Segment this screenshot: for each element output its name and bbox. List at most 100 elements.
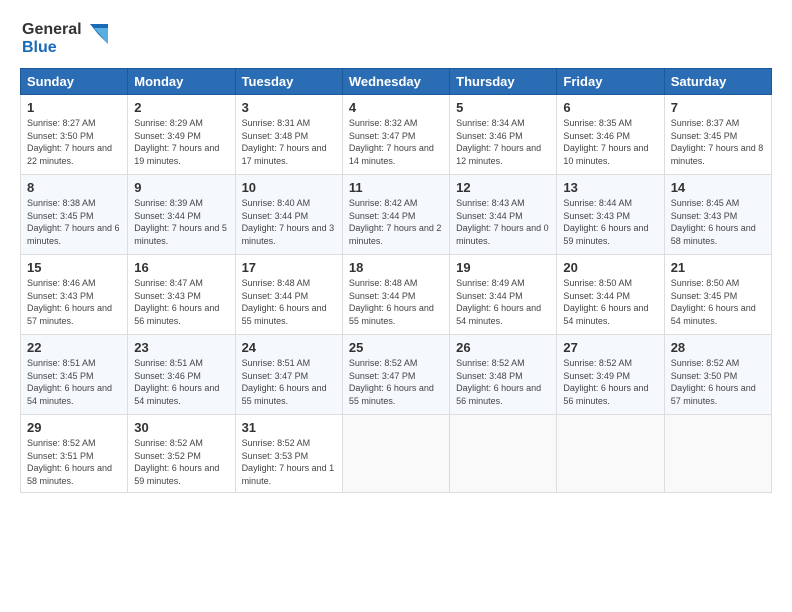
weekday-header-saturday: Saturday bbox=[664, 69, 771, 95]
calendar-cell: 25Sunrise: 8:52 AMSunset: 3:47 PMDayligh… bbox=[342, 335, 449, 415]
day-info: Sunrise: 8:49 AMSunset: 3:44 PMDaylight:… bbox=[456, 278, 541, 326]
day-number: 29 bbox=[27, 420, 121, 435]
calendar-cell: 9 Sunrise: 8:39 AMSunset: 3:44 PMDaylight… bbox=[128, 175, 235, 255]
day-info: Sunrise: 8:31 AMSunset: 3:48 PMDaylight:… bbox=[242, 118, 327, 166]
day-number: 28 bbox=[671, 340, 765, 355]
calendar-cell: 5 Sunrise: 8:34 AMSunset: 3:46 PMDaylight… bbox=[450, 95, 557, 175]
day-number: 11 bbox=[349, 180, 443, 195]
day-info: Sunrise: 8:32 AMSunset: 3:47 PMDaylight:… bbox=[349, 118, 434, 166]
day-info: Sunrise: 8:48 AMSunset: 3:44 PMDaylight:… bbox=[242, 278, 327, 326]
logo: General Blue bbox=[20, 16, 110, 58]
day-info: Sunrise: 8:50 AMSunset: 3:45 PMDaylight:… bbox=[671, 278, 756, 326]
day-number: 9 bbox=[134, 180, 228, 195]
calendar-cell: 12 Sunrise: 8:43 AMSunset: 3:44 PMDayligh… bbox=[450, 175, 557, 255]
day-number: 4 bbox=[349, 100, 443, 115]
day-number: 22 bbox=[27, 340, 121, 355]
day-info: Sunrise: 8:34 AMSunset: 3:46 PMDaylight:… bbox=[456, 118, 541, 166]
calendar-cell: 15 Sunrise: 8:46 AMSunset: 3:43 PMDayligh… bbox=[21, 255, 128, 335]
day-info: Sunrise: 8:42 AMSunset: 3:44 PMDaylight:… bbox=[349, 198, 442, 246]
weekday-header-wednesday: Wednesday bbox=[342, 69, 449, 95]
day-number: 3 bbox=[242, 100, 336, 115]
calendar-cell bbox=[664, 415, 771, 493]
day-number: 21 bbox=[671, 260, 765, 275]
calendar-cell: 24Sunrise: 8:51 AMSunset: 3:47 PMDayligh… bbox=[235, 335, 342, 415]
day-info: Sunrise: 8:39 AMSunset: 3:44 PMDaylight:… bbox=[134, 198, 227, 246]
calendar-cell: 23 Sunrise: 8:51 AMSunset: 3:46 PMDayligh… bbox=[128, 335, 235, 415]
calendar-cell bbox=[450, 415, 557, 493]
day-info: Sunrise: 8:50 AMSunset: 3:44 PMDaylight:… bbox=[563, 278, 648, 326]
day-info: Sunrise: 8:52 AMSunset: 3:48 PMDaylight:… bbox=[456, 358, 541, 406]
weekday-header-friday: Friday bbox=[557, 69, 664, 95]
header: General Blue bbox=[20, 16, 772, 58]
day-number: 8 bbox=[27, 180, 121, 195]
day-info: Sunrise: 8:52 AMSunset: 3:52 PMDaylight:… bbox=[134, 438, 219, 486]
week-row-1: 1Sunrise: 8:27 AMSunset: 3:50 PMDaylight… bbox=[21, 95, 772, 175]
day-info: Sunrise: 8:45 AMSunset: 3:43 PMDaylight:… bbox=[671, 198, 756, 246]
calendar-cell: 28 Sunrise: 8:52 AMSunset: 3:50 PMDayligh… bbox=[664, 335, 771, 415]
page: General Blue SundayMondayTuesdayWednesda… bbox=[0, 0, 792, 612]
day-number: 16 bbox=[134, 260, 228, 275]
calendar-cell: 18 Sunrise: 8:48 AMSunset: 3:44 PMDayligh… bbox=[342, 255, 449, 335]
calendar-cell: 19Sunrise: 8:49 AMSunset: 3:44 PMDayligh… bbox=[450, 255, 557, 335]
day-number: 15 bbox=[27, 260, 121, 275]
weekday-header-monday: Monday bbox=[128, 69, 235, 95]
calendar-cell: 16 Sunrise: 8:47 AMSunset: 3:43 PMDayligh… bbox=[128, 255, 235, 335]
day-info: Sunrise: 8:48 AMSunset: 3:44 PMDaylight:… bbox=[349, 278, 434, 326]
day-info: Sunrise: 8:43 AMSunset: 3:44 PMDaylight:… bbox=[456, 198, 549, 246]
calendar-cell: 11 Sunrise: 8:42 AMSunset: 3:44 PMDayligh… bbox=[342, 175, 449, 255]
day-number: 12 bbox=[456, 180, 550, 195]
day-number: 17 bbox=[242, 260, 336, 275]
calendar-cell: 22Sunrise: 8:51 AMSunset: 3:45 PMDayligh… bbox=[21, 335, 128, 415]
day-number: 18 bbox=[349, 260, 443, 275]
day-info: Sunrise: 8:37 AMSunset: 3:45 PMDaylight:… bbox=[671, 118, 764, 166]
day-number: 6 bbox=[563, 100, 657, 115]
calendar-cell bbox=[557, 415, 664, 493]
day-info: Sunrise: 8:52 AMSunset: 3:51 PMDaylight:… bbox=[27, 438, 112, 486]
day-number: 20 bbox=[563, 260, 657, 275]
day-number: 5 bbox=[456, 100, 550, 115]
day-number: 23 bbox=[134, 340, 228, 355]
calendar-cell: 4 Sunrise: 8:32 AMSunset: 3:47 PMDaylight… bbox=[342, 95, 449, 175]
calendar-cell: 10Sunrise: 8:40 AMSunset: 3:44 PMDayligh… bbox=[235, 175, 342, 255]
calendar-cell: 29 Sunrise: 8:52 AMSunset: 3:51 PMDayligh… bbox=[21, 415, 128, 493]
day-number: 31 bbox=[242, 420, 336, 435]
calendar-cell: 14 Sunrise: 8:45 AMSunset: 3:43 PMDayligh… bbox=[664, 175, 771, 255]
day-info: Sunrise: 8:38 AMSunset: 3:45 PMDaylight:… bbox=[27, 198, 120, 246]
day-number: 14 bbox=[671, 180, 765, 195]
calendar-cell: 31 Sunrise: 8:52 AMSunset: 3:53 PMDayligh… bbox=[235, 415, 342, 493]
logo-svg: General Blue bbox=[20, 16, 110, 58]
day-number: 10 bbox=[242, 180, 336, 195]
calendar-cell: 17 Sunrise: 8:48 AMSunset: 3:44 PMDayligh… bbox=[235, 255, 342, 335]
day-info: Sunrise: 8:51 AMSunset: 3:46 PMDaylight:… bbox=[134, 358, 219, 406]
calendar-cell: 27Sunrise: 8:52 AMSunset: 3:49 PMDayligh… bbox=[557, 335, 664, 415]
calendar-cell: 2 Sunrise: 8:29 AMSunset: 3:49 PMDaylight… bbox=[128, 95, 235, 175]
day-info: Sunrise: 8:47 AMSunset: 3:43 PMDaylight:… bbox=[134, 278, 219, 326]
day-info: Sunrise: 8:27 AMSunset: 3:50 PMDaylight:… bbox=[27, 118, 112, 166]
calendar-cell: 8 Sunrise: 8:38 AMSunset: 3:45 PMDaylight… bbox=[21, 175, 128, 255]
day-info: Sunrise: 8:52 AMSunset: 3:47 PMDaylight:… bbox=[349, 358, 434, 406]
calendar-cell: 13Sunrise: 8:44 AMSunset: 3:43 PMDayligh… bbox=[557, 175, 664, 255]
day-number: 2 bbox=[134, 100, 228, 115]
calendar-table: SundayMondayTuesdayWednesdayThursdayFrid… bbox=[20, 68, 772, 493]
weekday-header-sunday: Sunday bbox=[21, 69, 128, 95]
day-number: 24 bbox=[242, 340, 336, 355]
week-row-2: 8 Sunrise: 8:38 AMSunset: 3:45 PMDaylight… bbox=[21, 175, 772, 255]
weekday-header-row: SundayMondayTuesdayWednesdayThursdayFrid… bbox=[21, 69, 772, 95]
calendar-cell: 20 Sunrise: 8:50 AMSunset: 3:44 PMDayligh… bbox=[557, 255, 664, 335]
day-info: Sunrise: 8:29 AMSunset: 3:49 PMDaylight:… bbox=[134, 118, 219, 166]
calendar-cell: 26 Sunrise: 8:52 AMSunset: 3:48 PMDayligh… bbox=[450, 335, 557, 415]
calendar-cell: 6 Sunrise: 8:35 AMSunset: 3:46 PMDaylight… bbox=[557, 95, 664, 175]
calendar-cell bbox=[342, 415, 449, 493]
svg-text:Blue: Blue bbox=[22, 39, 57, 56]
calendar-cell: 21 Sunrise: 8:50 AMSunset: 3:45 PMDayligh… bbox=[664, 255, 771, 335]
svg-text:General: General bbox=[22, 21, 82, 38]
calendar-cell: 3 Sunrise: 8:31 AMSunset: 3:48 PMDaylight… bbox=[235, 95, 342, 175]
day-info: Sunrise: 8:35 AMSunset: 3:46 PMDaylight:… bbox=[563, 118, 648, 166]
day-number: 26 bbox=[456, 340, 550, 355]
week-row-3: 15 Sunrise: 8:46 AMSunset: 3:43 PMDayligh… bbox=[21, 255, 772, 335]
weekday-header-tuesday: Tuesday bbox=[235, 69, 342, 95]
day-info: Sunrise: 8:46 AMSunset: 3:43 PMDaylight:… bbox=[27, 278, 112, 326]
day-info: Sunrise: 8:52 AMSunset: 3:50 PMDaylight:… bbox=[671, 358, 756, 406]
day-info: Sunrise: 8:52 AMSunset: 3:53 PMDaylight:… bbox=[242, 438, 335, 486]
day-number: 13 bbox=[563, 180, 657, 195]
